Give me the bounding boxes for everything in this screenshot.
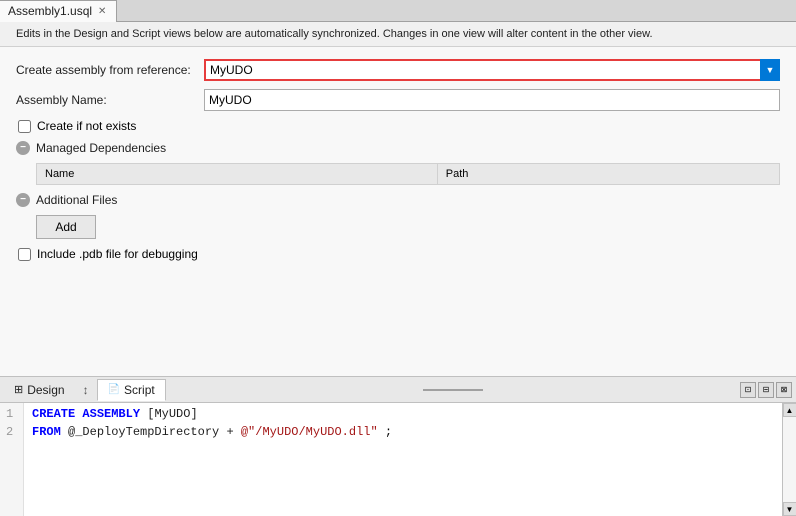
bottom-icons: ⊡ ⊟ ⊠ — [740, 382, 792, 398]
col-name-header: Name — [37, 164, 437, 184]
create-assembly-select-wrapper: MyUDO — [204, 59, 780, 81]
design-tab-icon: ⊞ — [14, 383, 23, 396]
form-area: Create assembly from reference: MyUDO As… — [0, 47, 796, 376]
code-line-1: CREATE ASSEMBLY [MyUDO] — [32, 405, 774, 423]
additional-files-label: Additional Files — [36, 193, 117, 207]
include-pdb-label: Include .pdb file for debugging — [37, 247, 198, 261]
assembly-name-input[interactable] — [204, 89, 780, 111]
code-line-2: FROM @_DeployTempDirectory + @"/MyUDO/My… — [32, 423, 774, 441]
tab-close-icon[interactable]: ✕ — [96, 6, 108, 17]
add-button[interactable]: Add — [36, 215, 96, 239]
additional-files-header[interactable]: − Additional Files — [16, 193, 780, 207]
create-assembly-select[interactable]: MyUDO — [204, 59, 780, 81]
bottom-tab-bar: ⊞ Design ↕ 📄 Script ⊡ ⊟ ⊠ — [0, 377, 796, 403]
arrows-icon: ↕ — [77, 383, 95, 397]
main-container: Assembly1.usql ✕ Edits in the Design and… — [0, 0, 796, 516]
info-text: Edits in the Design and Script views bel… — [16, 28, 653, 40]
bottom-panel: ⊞ Design ↕ 📄 Script ⊡ ⊟ ⊠ 1 2 — [0, 376, 796, 516]
scroll-line — [423, 389, 483, 391]
create-assembly-label: Create assembly from reference: — [16, 63, 196, 77]
file-tab[interactable]: Assembly1.usql ✕ — [0, 0, 117, 22]
script-tab-label: Script — [124, 383, 155, 397]
script-tab[interactable]: 📄 Script — [97, 379, 166, 401]
managed-deps-header[interactable]: − Managed Dependencies — [16, 141, 780, 155]
line-numbers: 1 2 — [0, 403, 24, 516]
create-if-not-exists-checkbox[interactable] — [18, 120, 31, 133]
scroll-indicator — [168, 389, 738, 391]
scrollbar-down-arrow[interactable]: ▼ — [783, 502, 796, 516]
deps-table: Name Path — [37, 164, 779, 184]
assembly-name-label: Assembly Name: — [16, 93, 196, 107]
scrollbar-track — [783, 417, 796, 502]
include-pdb-row: Include .pdb file for debugging — [16, 247, 780, 261]
script-tab-icon: 📄 — [108, 384, 120, 395]
info-bar: Edits in the Design and Script views bel… — [0, 22, 796, 47]
line-num-2: 2 — [6, 423, 17, 441]
managed-deps-collapse-icon: − — [16, 141, 30, 155]
deps-table-container: Name Path — [36, 163, 780, 185]
assembly-name-row: Assembly Name: — [16, 89, 780, 111]
code-content[interactable]: CREATE ASSEMBLY [MyUDO] FROM @_DeployTem… — [24, 403, 782, 516]
create-if-not-exists-row: Create if not exists — [16, 119, 780, 133]
design-tab[interactable]: ⊞ Design — [4, 379, 75, 401]
line-num-1: 1 — [6, 405, 17, 423]
create-if-not-exists-label: Create if not exists — [37, 119, 136, 133]
panel-icon-1[interactable]: ⊡ — [740, 382, 756, 398]
tab-bar: Assembly1.usql ✕ — [0, 0, 796, 22]
create-assembly-row: Create assembly from reference: MyUDO — [16, 59, 780, 81]
col-path-header: Path — [437, 164, 779, 184]
include-pdb-checkbox[interactable] — [18, 248, 31, 261]
code-area: 1 2 CREATE ASSEMBLY [MyUDO] FROM @_Deplo… — [0, 403, 796, 516]
right-scrollbar: ▲ ▼ — [782, 403, 796, 516]
tab-label: Assembly1.usql — [8, 4, 92, 18]
managed-deps-label: Managed Dependencies — [36, 141, 166, 155]
panel-icon-2[interactable]: ⊟ — [758, 382, 774, 398]
scrollbar-up-arrow[interactable]: ▲ — [783, 403, 796, 417]
additional-files-collapse-icon: − — [16, 193, 30, 207]
design-tab-label: Design — [27, 383, 64, 397]
panel-icon-3[interactable]: ⊠ — [776, 382, 792, 398]
